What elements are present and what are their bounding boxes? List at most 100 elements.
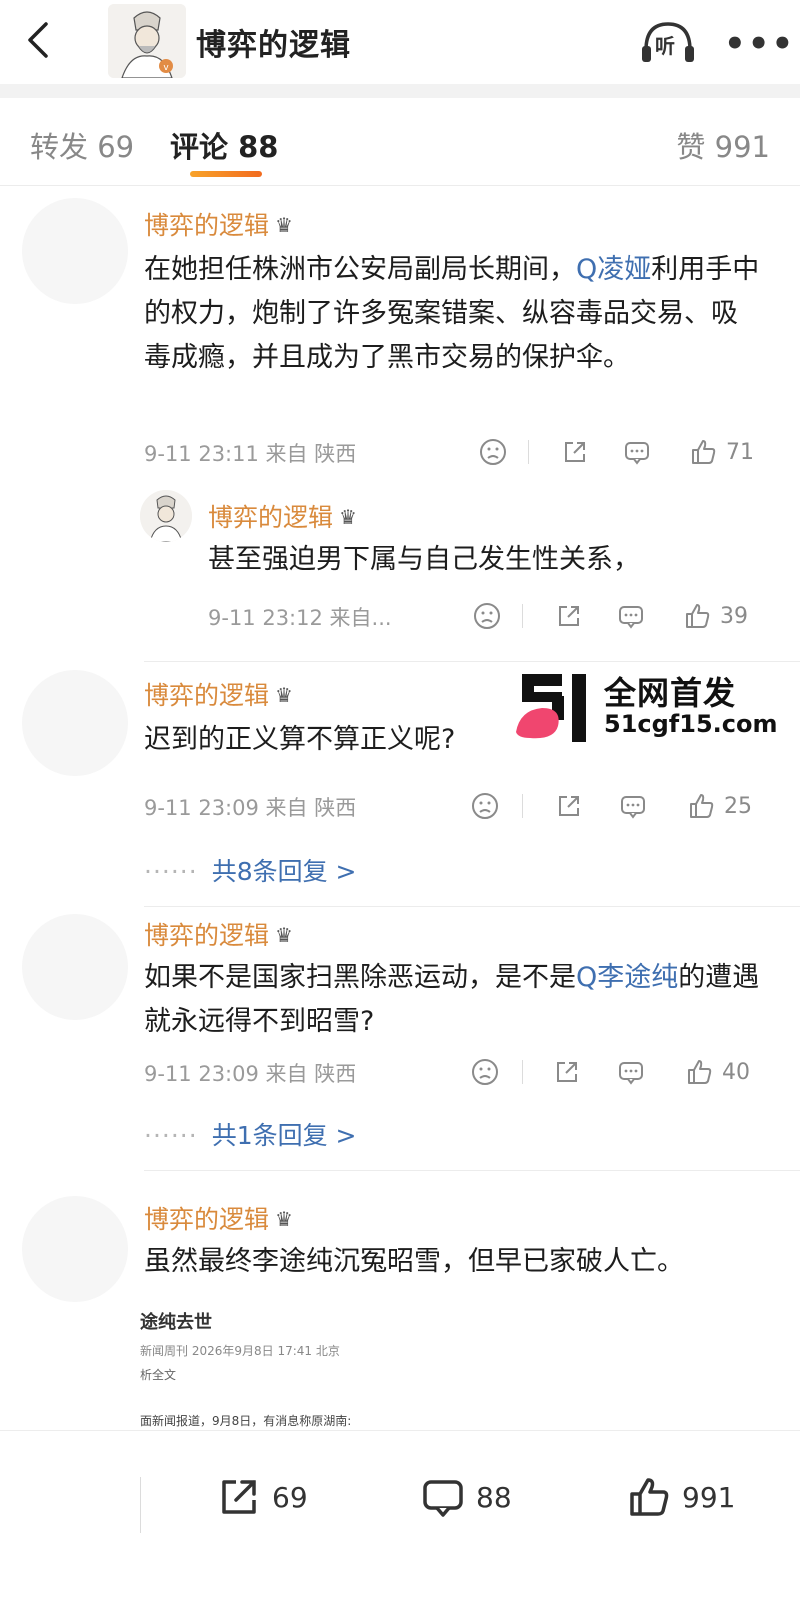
avatar[interactable] [140, 490, 192, 542]
comment-actions: 25 [470, 786, 780, 826]
view-replies-link[interactable]: ······ 共8条回复 > [144, 852, 357, 888]
crown-icon: ♛ [275, 683, 293, 707]
dislike-button[interactable] [478, 432, 508, 472]
comment-meta: 9-11 23:09 来自 陕西 [144, 1062, 357, 1086]
reply-button[interactable] [616, 1052, 646, 1092]
like-button[interactable]: 991 [626, 1467, 735, 1527]
comment-icon [423, 1480, 463, 1517]
dislike-button[interactable] [470, 786, 500, 826]
share-button[interactable] [560, 432, 590, 472]
like-button[interactable]: 39 [682, 596, 748, 636]
comment-meta: 9-11 23:11 来自 陕西 [144, 442, 357, 466]
share-button[interactable] [554, 786, 584, 826]
comment-image[interactable]: 途纯去世 新闻周刊 2026年9月8日 17:41 北京 析全文 面新闻报道，9… [140, 1308, 410, 1430]
divider [528, 440, 529, 464]
comment-text: 在她担任株洲市公安局副局长期间，Q凌娅利用手中的权力，炮制了许多冤案错案、纵容毒… [144, 254, 760, 373]
comment-icon [619, 606, 643, 629]
divider [522, 1060, 523, 1084]
like-button[interactable]: 71 [688, 432, 754, 472]
comment-icon [621, 796, 645, 819]
thumbs-up-icon [630, 1478, 669, 1516]
listen-button[interactable]: 听 [638, 16, 698, 66]
divider [144, 661, 800, 662]
thumbs-up-icon [692, 440, 716, 464]
reply-button[interactable] [618, 786, 648, 826]
ad-title: 全网首发 [604, 674, 737, 712]
ad-url: 51cgf15.com [604, 710, 778, 738]
comment-actions: 71 [470, 432, 780, 472]
share-icon [222, 1480, 256, 1514]
comment-author[interactable]: 博弈的逻辑 ♛ [144, 1200, 293, 1236]
frown-icon [480, 439, 506, 465]
dislike-button[interactable] [472, 596, 502, 636]
tab-repost[interactable]: 转发 69 [30, 124, 134, 166]
avatar[interactable]: v [108, 4, 186, 78]
avatar[interactable] [22, 914, 128, 1020]
comment-text: 如果不是国家扫黑除恶运动，是不是Q李途纯的遭遇就永远得不到昭雪? [144, 962, 760, 1037]
repost-button[interactable]: 69 [216, 1467, 308, 1527]
portrait-illustration [140, 490, 192, 542]
like-count: 991 [682, 1480, 736, 1514]
portrait-illustration: v [108, 4, 186, 78]
chevron-left-icon [28, 22, 48, 58]
reply-button[interactable] [616, 596, 646, 636]
share-icon [565, 442, 585, 462]
comment-icon [625, 442, 649, 465]
topic-link[interactable]: Q凌娅 [576, 254, 651, 285]
watermark-ad[interactable]: 全网首发 51cgf15.com [516, 666, 778, 750]
frown-icon [472, 1059, 498, 1085]
back-button[interactable] [20, 18, 60, 62]
avatar[interactable] [22, 670, 128, 776]
reply-meta: 9-11 23:12 来自... [208, 606, 392, 630]
comment-actions: 40 [470, 1052, 780, 1092]
like-count: 25 [724, 793, 752, 819]
tab-like[interactable]: 赞 991 [676, 124, 770, 166]
frown-icon [472, 793, 498, 819]
crown-icon: ♛ [275, 923, 293, 947]
like-button[interactable]: 25 [686, 786, 752, 826]
thumbs-up-icon [686, 604, 710, 628]
reply-author[interactable]: 博弈的逻辑 ♛ [208, 498, 357, 534]
dots-icon: ······ [144, 1121, 198, 1150]
logo-51 [516, 674, 586, 742]
reply-button[interactable] [622, 432, 652, 472]
comment-count: 88 [476, 1480, 512, 1514]
comment-icon [619, 1062, 643, 1085]
news-title: 途纯去世 [140, 1312, 212, 1333]
comment-author[interactable]: 博弈的逻辑 ♛ [144, 206, 293, 242]
share-button[interactable] [552, 1052, 582, 1092]
avatar[interactable] [22, 198, 128, 304]
comment-author[interactable]: 博弈的逻辑 ♛ [144, 676, 293, 712]
share-icon [559, 606, 579, 626]
comment-author[interactable]: 博弈的逻辑 ♛ [144, 916, 293, 952]
comment-button[interactable]: 88 [420, 1467, 512, 1527]
thumbs-up-icon [688, 1060, 712, 1084]
divider [140, 1477, 141, 1533]
divider [522, 794, 523, 818]
divider [144, 1170, 800, 1171]
thumbs-up-icon [690, 794, 714, 818]
dislike-button[interactable] [470, 1052, 500, 1092]
top-bar: v 博弈的逻辑 听 ••• [0, 0, 800, 84]
topic-link[interactable]: Q李途纯 [576, 962, 678, 993]
reply-text: 甚至强迫男下属与自己发生性关系， [208, 544, 640, 575]
share-icon [559, 796, 579, 816]
like-count: 39 [720, 603, 748, 629]
news-body: 面新闻报道，9月8日，有消息称原湖南: [140, 1414, 352, 1428]
divider [0, 84, 800, 98]
reply-actions: 39 [464, 596, 774, 636]
share-icon [557, 1062, 577, 1082]
active-tab-indicator [190, 171, 262, 177]
news-source: 新闻周刊 2026年9月8日 17:41 北京 [140, 1344, 340, 1358]
view-replies-link[interactable]: ······ 共1条回复 > [144, 1116, 357, 1152]
listen-label: 听 [655, 34, 675, 58]
avatar[interactable] [22, 1196, 128, 1302]
tab-comment[interactable]: 评论 88 [170, 124, 278, 166]
frown-icon [474, 603, 500, 629]
share-button[interactable] [554, 596, 584, 636]
page-title: 博弈的逻辑 [196, 28, 351, 63]
divider [522, 604, 523, 628]
bottom-action-bar: 69 88 991 [0, 1430, 800, 1597]
like-button[interactable]: 40 [684, 1052, 750, 1092]
more-button[interactable]: ••• [724, 24, 795, 64]
